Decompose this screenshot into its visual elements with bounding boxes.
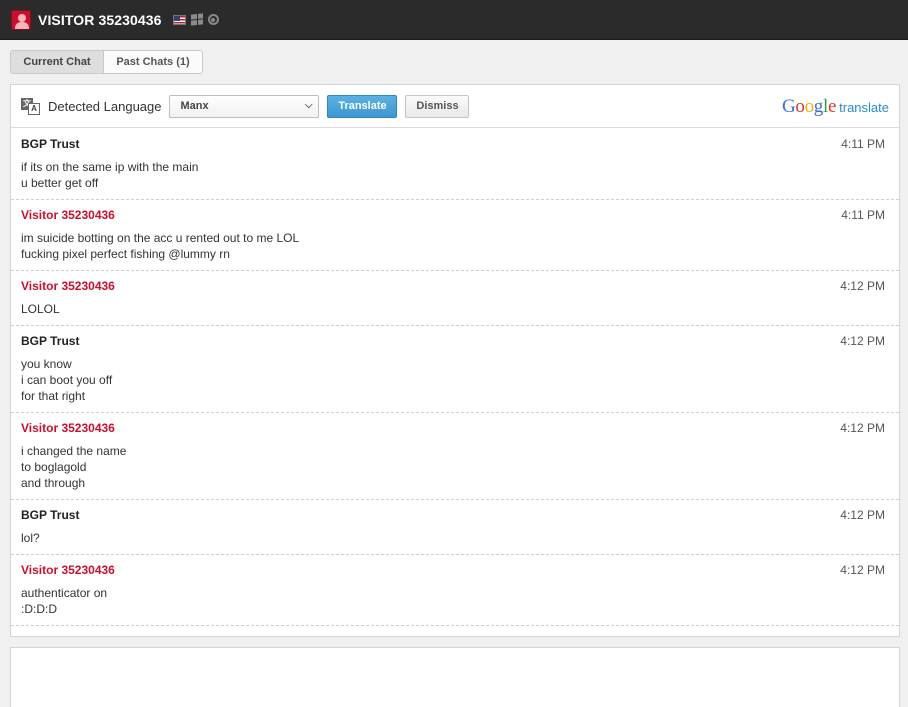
message-sender: Visitor 35230436 (21, 421, 115, 435)
dismiss-button[interactable]: Dismiss (405, 94, 470, 118)
chrome-icon (207, 14, 219, 25)
tab-past-chats[interactable]: Past Chats (1) (104, 50, 203, 74)
detected-language-label: Detected Language (48, 98, 162, 114)
message-list: BGP Trust 4:11 PM if its on the same ip wi… (11, 129, 899, 636)
message-line: and through (21, 476, 86, 490)
translate-icon: 文A (21, 97, 40, 115)
message-sender: BGP Trust (21, 137, 80, 151)
windows-icon (190, 13, 203, 26)
visitor-avatar-icon (11, 9, 31, 30)
visitor-title: VISITOR 35230436 (38, 11, 162, 28)
message-body: if its on the same ip with the main u bet… (21, 159, 885, 191)
message-time: 4:12 PM (840, 634, 885, 636)
google-wordmark: Google (781, 96, 837, 117)
message-body: LOLOL (21, 301, 885, 317)
flag-us-icon (172, 14, 186, 25)
chat-panel: 文A Detected Language Manx ⌵ Translate Di… (10, 84, 900, 637)
chat-message: Visitor 35230436 4:12 PM i changed the nam… (11, 413, 899, 500)
message-time: 4:12 PM (840, 334, 885, 348)
message-time: 4:12 PM (840, 421, 885, 435)
message-line: lol? (21, 531, 40, 545)
message-sender: Visitor 35230436 (21, 208, 115, 222)
message-sender: BGP Trust (21, 334, 80, 348)
chevron-down-icon: ⌵ (304, 99, 313, 111)
chat-message: BGP Trust 4:12 PM lol? (11, 500, 899, 555)
chat-header: VISITOR 35230436 (0, 0, 908, 40)
message-body: i changed the name to boglagold and throug… (21, 443, 885, 491)
chat-message: BGP Trust 4:12 PM you know i can boot you o… (11, 326, 899, 413)
message-body: you know i can boot you off for that right (21, 356, 885, 404)
message-line: u better get off (21, 176, 99, 190)
message-time: 4:11 PM (841, 208, 885, 222)
tab-current-chat[interactable]: Current Chat (10, 50, 104, 74)
google-translate-logo: Google translate (782, 96, 889, 118)
chat-tabs: Current Chat Past Chats (1) (10, 50, 203, 74)
message-time: 4:11 PM (841, 137, 885, 151)
message-line: if its on the same ip with the main (21, 160, 199, 174)
chat-message: BGP Trust 4:11 PM if its on the same ip wi… (11, 129, 899, 200)
message-sender: Visitor 35230436 (21, 279, 115, 293)
message-line: authenticator on (21, 586, 108, 600)
translate-wordmark: translate (839, 100, 889, 115)
message-body: im suicide botting on the acc u rented o… (21, 230, 885, 262)
translate-bar: 文A Detected Language Manx ⌵ Translate Di… (11, 85, 899, 128)
message-line: fucking pixel perfect fishing @lummy rn (21, 247, 230, 261)
message-line: you know (21, 357, 72, 371)
message-line: to boglagold (21, 460, 87, 474)
language-select[interactable]: Manx ⌵ (169, 94, 320, 118)
message-input[interactable] (10, 647, 900, 707)
message-sender: BGP Trust (21, 634, 885, 636)
message-time: 4:12 PM (840, 279, 885, 293)
message-sender: Visitor 35230436 (21, 563, 115, 577)
message-line: i can boot you off (21, 373, 113, 387)
message-line: :D:D:D (21, 602, 57, 616)
chat-message: BGP Trust4:12 PM (11, 626, 899, 636)
message-line: im suicide botting on the acc u rented o… (21, 231, 300, 245)
language-select-value: Manx (180, 100, 209, 112)
message-time: 4:12 PM (840, 508, 885, 522)
message-line: LOLOL (21, 302, 60, 316)
message-line: i changed the name (21, 444, 127, 458)
message-sender: BGP Trust (21, 508, 80, 522)
visitor-meta-icons (172, 13, 219, 26)
message-body: authenticator on :D:D:D (21, 585, 885, 617)
message-body: lol? (21, 530, 885, 546)
message-line: for that right (21, 389, 86, 403)
chat-message: Visitor 35230436 4:12 PM authenticator on:… (11, 555, 899, 626)
translate-button[interactable]: Translate (327, 94, 398, 118)
chat-message: Visitor 35230436 4:12 PM LOLOL (11, 271, 899, 326)
message-time: 4:12 PM (840, 563, 885, 577)
chat-message: Visitor 35230436 4:11 PM im suicide bottin… (11, 200, 899, 271)
